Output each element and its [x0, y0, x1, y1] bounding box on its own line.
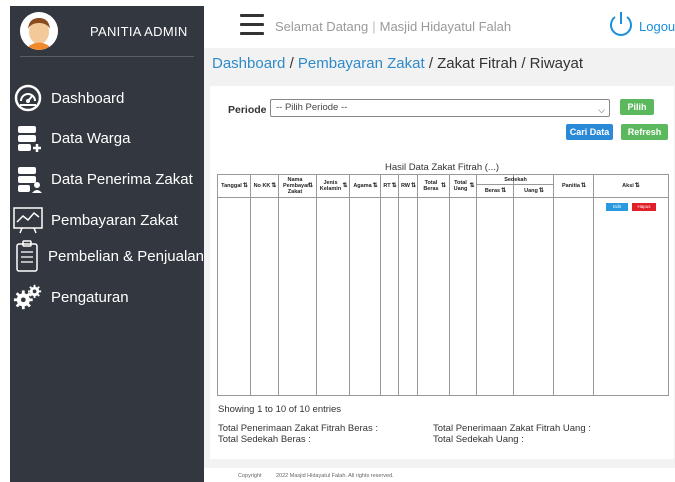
sidebar-item-dashboard[interactable]: Dashboard — [10, 83, 204, 113]
col-sedekah-beras[interactable]: Beras ⇅ — [477, 185, 514, 196]
sidebar-item-label: Pengaturan — [51, 288, 129, 306]
sort-icon: ⇅ — [271, 183, 277, 189]
footer: Copyright 2022 Masjid Hidayatul Falah. A… — [204, 468, 675, 482]
sort-icon: ⇅ — [501, 187, 507, 194]
periode-label: Periode — [228, 104, 267, 116]
refresh-button[interactable]: Refresh — [621, 124, 668, 140]
col-panitia[interactable]: Panitia ⇅ — [554, 177, 594, 195]
topbar: Selamat Datang | Masjid Hidayatul Falah Lo… — [204, 6, 675, 48]
breadcrumb: Dashboard / Pembayaran Zakat / Zakat Fit… — [212, 55, 584, 72]
sidebar: PANITIA ADMIN Dashboard Data Warga Data … — [10, 6, 204, 482]
total-sedekah-uang: Total Sedekah Uang : — [433, 434, 524, 445]
total-fitrah-uang: Total Penerimaan Zakat Fitrah Uang : — [433, 423, 591, 434]
data-warga-icon — [13, 123, 43, 153]
col-aksi[interactable]: Aksi ⇅ — [594, 177, 668, 195]
sidebar-item-pembelian-penjualan[interactable]: Pembelian & Penjualan — [10, 240, 204, 272]
col-tanggal[interactable]: Tanggal ⇅ — [218, 177, 251, 195]
main-content: Dashboard / Pembayaran Zakat / Zakat Fit… — [204, 48, 675, 482]
col-no-kk[interactable]: No KK ⇅ — [251, 177, 279, 195]
sidebar-header: PANITIA ADMIN — [10, 6, 204, 56]
col-jenis-kelamin[interactable]: Jenis Kelamin ⇅ — [317, 177, 350, 195]
col-rw[interactable]: RW ⇅ — [399, 177, 418, 195]
sort-icon: ⇅ — [581, 183, 587, 189]
col-nama-pembayar[interactable]: Nama Pembayar Zakat ⇅ — [279, 176, 317, 196]
col-agama[interactable]: Agama ⇅ — [350, 177, 381, 195]
periode-select[interactable]: -- Pilih Periode -- ⌵ — [270, 99, 610, 117]
sort-icon: ⇅ — [242, 183, 248, 189]
welcome-greeting: Selamat Datang — [275, 19, 369, 34]
col-total-beras[interactable]: Total Beras ⇅ — [418, 177, 450, 195]
avatar[interactable] — [20, 12, 58, 50]
sidebar-divider — [20, 56, 194, 57]
chart-icon — [13, 205, 43, 235]
sort-icon: ⇅ — [307, 183, 314, 189]
sidebar-item-data-penerima-zakat[interactable]: Data Penerima Zakat — [10, 164, 204, 194]
breadcrumb-dashboard[interactable]: Dashboard — [212, 55, 285, 72]
hamburger-menu-icon[interactable] — [240, 14, 264, 36]
breadcrumb-pembayaran-zakat[interactable]: Pembayaran Zakat — [298, 55, 425, 72]
footer-copyright: Copyright — [238, 473, 262, 479]
hapus-button[interactable]: Hapus — [632, 203, 656, 211]
footer-text: 2022 Masjid Hidayatul Falah. All rights … — [276, 473, 394, 479]
gear-icon — [13, 282, 43, 312]
sidebar-item-label: Pembelian & Penjualan — [48, 247, 204, 265]
sort-icon: ⇅ — [469, 183, 475, 189]
sort-icon: ⇅ — [538, 187, 544, 194]
logout-label: Logou — [639, 19, 675, 34]
periode-select-value: -- Pilih Periode -- — [276, 102, 348, 113]
dashboard-icon — [13, 83, 43, 113]
content-panel: Periode -- Pilih Periode -- ⌵ Pilih Cari… — [210, 86, 674, 459]
sidebar-item-label: Data Warga — [51, 129, 131, 147]
col-sedekah-uang[interactable]: Uang ⇅ — [514, 185, 554, 196]
col-sedekah: Sedekah — [504, 177, 527, 183]
sidebar-item-label: Dashboard — [51, 89, 125, 107]
site-name: Masjid Hidayatul Falah — [379, 19, 512, 34]
sort-icon: ⇅ — [391, 183, 397, 189]
sidebar-item-label: Data Penerima Zakat — [51, 170, 193, 188]
col-rt[interactable]: RT ⇅ — [381, 177, 399, 195]
sidebar-item-pengaturan[interactable]: Pengaturan — [10, 282, 204, 312]
col-total-uang[interactable]: Total Uang ⇅ — [450, 177, 477, 195]
clipboard-icon — [13, 240, 40, 272]
admin-name: PANITIA ADMIN — [90, 23, 188, 39]
sidebar-item-label: Pembayaran Zakat — [51, 211, 178, 229]
edit-button[interactable]: Edit — [606, 203, 628, 211]
sidebar-item-pembayaran-zakat[interactable]: Pembayaran Zakat — [10, 205, 204, 235]
table-title: Hasil Data Zakat Fitrah (...) — [384, 162, 500, 173]
sort-icon: ⇅ — [634, 183, 640, 189]
data-penerima-icon — [13, 164, 43, 194]
sort-icon: ⇅ — [411, 183, 417, 189]
sort-icon: ⇅ — [372, 183, 378, 189]
chevron-down-icon: ⌵ — [598, 105, 605, 115]
entries-info: Showing 1 to 10 of 10 entries — [218, 404, 342, 415]
total-fitrah-beras: Total Penerimaan Zakat Fitrah Beras : — [218, 423, 378, 434]
sort-icon: ⇅ — [342, 183, 348, 189]
pilih-button[interactable]: Pilih — [620, 99, 654, 115]
breadcrumb-current: / Zakat Fitrah / Riwayat — [428, 55, 584, 72]
data-table: Tanggal ⇅ No KK ⇅ Nama Pembayar Zakat ⇅ Jen… — [217, 174, 669, 396]
power-icon — [607, 10, 635, 43]
sidebar-item-data-warga[interactable]: Data Warga — [10, 123, 204, 153]
total-sedekah-beras: Total Sedekah Beras : — [218, 434, 311, 445]
logout-button[interactable]: Logou — [607, 10, 675, 43]
cari-data-button[interactable]: Cari Data — [566, 124, 613, 140]
sort-icon: ⇅ — [440, 183, 447, 189]
welcome-text: Selamat Datang | Masjid Hidayatul Falah — [275, 19, 512, 34]
